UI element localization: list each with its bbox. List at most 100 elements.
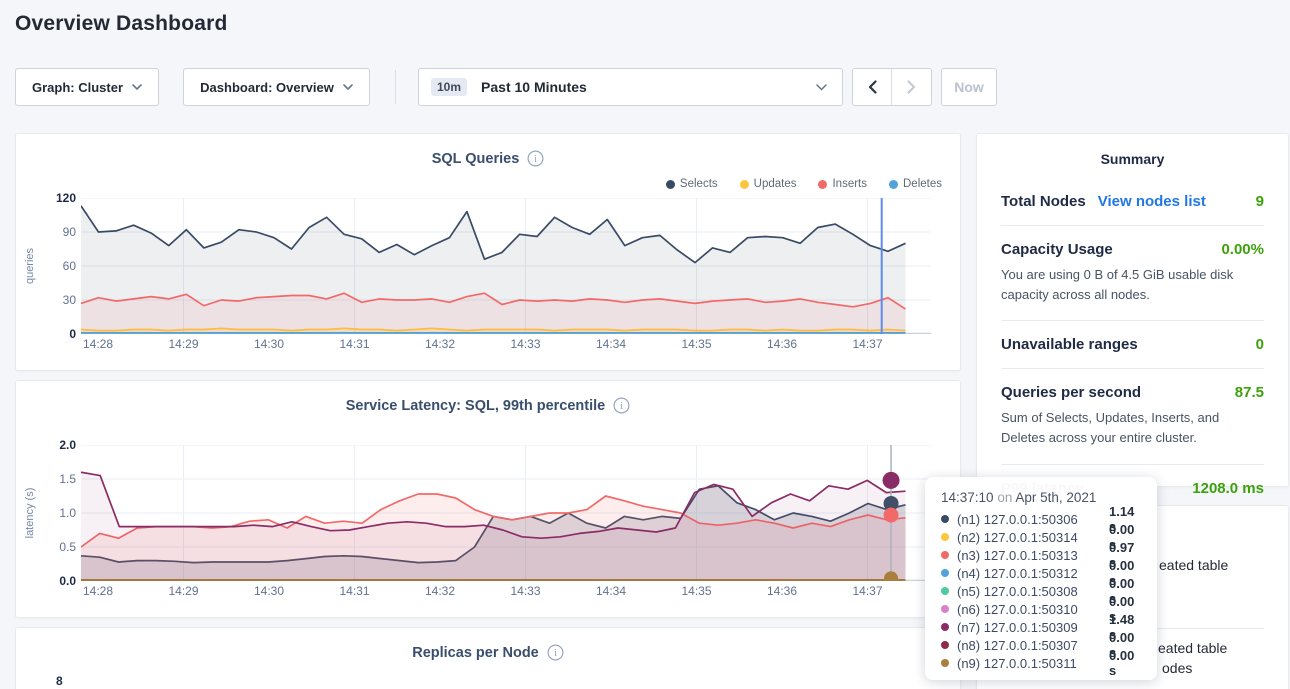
legend-label: Deletes [903,178,942,190]
event-item-text[interactable]: eated table [1158,640,1227,656]
x-tick-label: 14:31 [333,337,377,351]
chart-title: Service Latency: SQL, 99th percentile [346,398,606,414]
chart-title: Replicas per Node [412,645,539,661]
info-icon[interactable]: i [527,150,544,167]
series-color-dot [941,587,949,595]
y-axis-label: latency (s) [24,463,36,563]
page-title: Overview Dashboard [15,12,228,36]
time-arrows-group [852,68,932,106]
qps-value: 87.5 [1235,384,1264,401]
time-next-button[interactable] [892,69,931,105]
series-color-dot [941,551,949,559]
summary-row-capacity: Capacity Usage 0.00% [1001,241,1264,258]
legend-item[interactable]: Deletes [889,178,942,190]
tooltip-node-label: (n8) 127.0.0.1:50307 [957,638,1109,653]
divider [1001,464,1264,465]
qps-label: Queries per second [1001,384,1141,401]
sql-queries-plot[interactable] [81,198,931,334]
graph-selector-label: Graph: Cluster [32,80,123,95]
x-tick-label: 14:37 [846,337,890,351]
x-tick-label: 14:31 [333,584,377,598]
tooltip-date: Apr 5th, 2021 [1015,490,1096,505]
tooltip-time: 14:37:10 [941,490,994,505]
x-tick-label: 14:32 [418,337,462,351]
x-tick-label: 14:29 [162,337,206,351]
legend-item[interactable]: Updates [740,178,797,190]
x-tick-label: 14:29 [162,584,206,598]
tooltip-timestamp: 14:37:10 on Apr 5th, 2021 [941,490,1142,505]
now-button[interactable]: Now [941,68,997,106]
chart-legend: Selects Updates Inserts Deletes [666,178,942,190]
info-icon[interactable]: i [547,644,564,661]
view-nodes-list-link[interactable]: View nodes list [1098,193,1206,210]
y-tick-label: 0.0 [16,574,76,588]
series-color-dot [818,180,827,189]
svg-text:i: i [620,401,623,412]
dashboard-selector-dropdown[interactable]: Dashboard: Overview [183,68,370,106]
chart-title-row: Service Latency: SQL, 99th percentile i [16,397,960,415]
unavailable-ranges-value: 0 [1256,336,1264,353]
chart-tooltip: 14:37:10 on Apr 5th, 2021 (n1) 127.0.0.1… [925,477,1157,680]
chevron-right-icon [907,80,916,94]
x-axis-ticks: 14:2814:2914:3014:3114:3214:3314:3414:35… [81,584,931,600]
tooltip-conjunction: on [997,490,1012,505]
time-prev-button[interactable] [853,69,892,105]
x-axis-ticks: 14:2814:2914:3014:3114:3214:3314:3414:35… [81,337,931,353]
event-item-text[interactable]: eated table [1159,557,1228,573]
divider [1001,320,1264,321]
legend-label: Inserts [832,178,867,190]
replicas-chart-card: Replicas per Node i 8 [15,627,961,689]
series-color-dot [889,180,898,189]
time-range-badge: 10m [431,78,467,96]
divider [1001,225,1264,226]
tooltip-node-label: (n6) 127.0.0.1:50310 [957,602,1109,617]
divider [1001,368,1264,369]
series-color-dot [941,605,949,613]
y-tick-label: 8 [56,674,63,688]
sql-queries-chart-card: SQL Queriesi Selects Updates Inserts Delete… [15,133,961,371]
x-tick-label: 14:33 [504,584,548,598]
x-tick-label: 14:30 [247,337,291,351]
x-tick-label: 14:28 [76,337,120,351]
legend-label: Updates [754,178,797,190]
service-latency-plot[interactable] [81,445,931,581]
legend-item[interactable]: Selects [666,178,718,190]
qps-description: Sum of Selects, Updates, Inserts, and De… [1001,408,1264,448]
tooltip-node-label: (n1) 127.0.0.1:50306 [957,512,1109,527]
time-range-picker[interactable]: 10m Past 10 Minutes [418,68,843,106]
service-latency-chart-card: Service Latency: SQL, 99th percentile i 0… [15,380,961,618]
x-tick-label: 14:34 [589,337,633,351]
p99-latency-value: 1208.0 ms [1192,480,1264,497]
summary-row-qps: Queries per second 87.5 [1001,384,1264,401]
legend-item[interactable]: Inserts [818,178,867,190]
total-nodes-label: Total Nodes [1001,193,1086,210]
chart-title-row: Replicas per Node i [16,644,960,662]
info-icon[interactable]: i [613,397,630,414]
summary-row-total-nodes: Total Nodes View nodes list 9 [1001,193,1264,210]
time-range-label: Past 10 Minutes [481,79,587,95]
chevron-down-icon [816,84,827,91]
controls-divider [395,70,396,104]
tooltip-rows: (n1) 127.0.0.1:503061.14 s(n2) 127.0.0.1… [941,510,1142,672]
tooltip-row: (n9) 127.0.0.1:503110.00 s [941,654,1142,672]
x-tick-label: 14:35 [675,337,719,351]
y-tick-label: 120 [16,191,76,205]
tooltip-node-label: (n3) 127.0.0.1:50313 [957,548,1109,563]
summary-panel: Summary Total Nodes View nodes list 9 Ca… [976,133,1289,487]
series-color-dot [941,623,949,631]
y-tick-label: 0 [16,327,76,341]
y-tick-label: 2.0 [16,438,76,452]
event-item-text[interactable]: odes [1162,660,1192,676]
chevron-down-icon [343,84,353,90]
tooltip-node-label: (n2) 127.0.0.1:50314 [957,530,1109,545]
series-color-dot [941,641,949,649]
x-tick-label: 14:32 [418,584,462,598]
chevron-left-icon [868,80,877,94]
tooltip-node-label: (n5) 127.0.0.1:50308 [957,584,1109,599]
series-color-dot [941,533,949,541]
graph-selector-dropdown[interactable]: Graph: Cluster [15,68,159,106]
chart-title-row: SQL Queriesi [16,150,960,168]
series-color-dot [941,515,949,523]
svg-text:i: i [554,648,557,659]
x-tick-label: 14:34 [589,584,633,598]
